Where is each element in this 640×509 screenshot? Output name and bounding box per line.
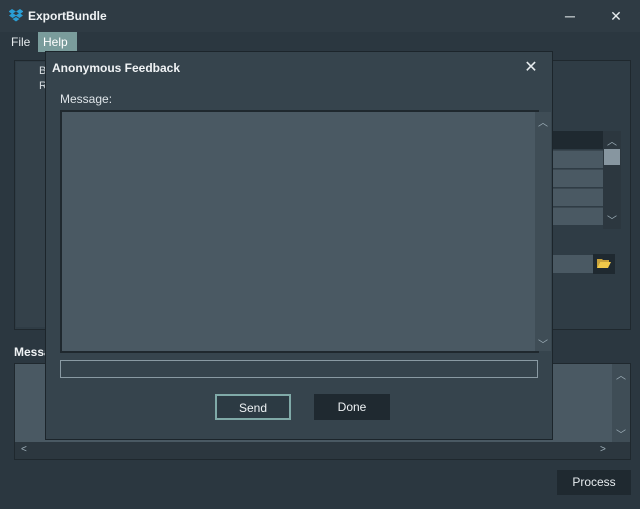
scroll-up-icon[interactable]: ︿ — [607, 133, 617, 148]
scroll-down-icon[interactable]: ﹀ — [538, 336, 548, 351]
done-button[interactable]: Done — [314, 394, 390, 420]
message-textarea[interactable]: ︿ ﹀ — [60, 110, 551, 353]
menu-file[interactable]: File — [6, 32, 35, 52]
menu-help[interactable]: Help — [38, 32, 77, 52]
message-label: Message: — [60, 92, 113, 106]
app-icon — [9, 9, 23, 22]
messages-horizontal-scrollbar[interactable] — [15, 442, 630, 459]
close-window-button[interactable]: ✕ — [601, 4, 631, 28]
output-path-field[interactable] — [551, 255, 593, 273]
dialog-close-button[interactable]: ✕ — [519, 57, 543, 79]
scroll-down-icon[interactable]: ﹀ — [607, 212, 617, 227]
title-bar: ExportBundle ─ ✕ — [0, 0, 640, 32]
scroll-up-icon[interactable]: ︿ — [538, 114, 548, 129]
message-scrollbar[interactable]: ︿ ﹀ — [535, 112, 551, 351]
table-header — [551, 131, 603, 149]
table-row[interactable] — [551, 150, 603, 168]
scroll-down-icon[interactable]: ﹀ — [616, 426, 626, 441]
table-row[interactable] — [551, 188, 603, 206]
table-scroll-thumb[interactable] — [604, 149, 620, 165]
browse-folder-button[interactable] — [593, 254, 615, 274]
menu-bar: File Help — [0, 32, 640, 52]
send-button[interactable]: Send — [215, 394, 291, 420]
feedback-input[interactable] — [60, 360, 538, 378]
scroll-left-icon[interactable]: < — [21, 444, 27, 455]
scroll-right-icon[interactable]: > — [600, 444, 606, 455]
process-button[interactable]: Process — [557, 470, 631, 495]
minimize-button[interactable]: ─ — [555, 4, 585, 28]
scroll-up-icon[interactable]: ︿ — [616, 367, 626, 382]
dialog-title: Anonymous Feedback — [52, 61, 181, 75]
table-row[interactable] — [551, 207, 603, 225]
feedback-dialog: Anonymous Feedback ✕ Message: ︿ ﹀ Send D… — [45, 51, 553, 440]
window-title: ExportBundle — [28, 9, 107, 23]
table-row[interactable] — [551, 169, 603, 187]
folder-open-icon — [597, 259, 611, 268]
options-box — [16, 62, 46, 327]
